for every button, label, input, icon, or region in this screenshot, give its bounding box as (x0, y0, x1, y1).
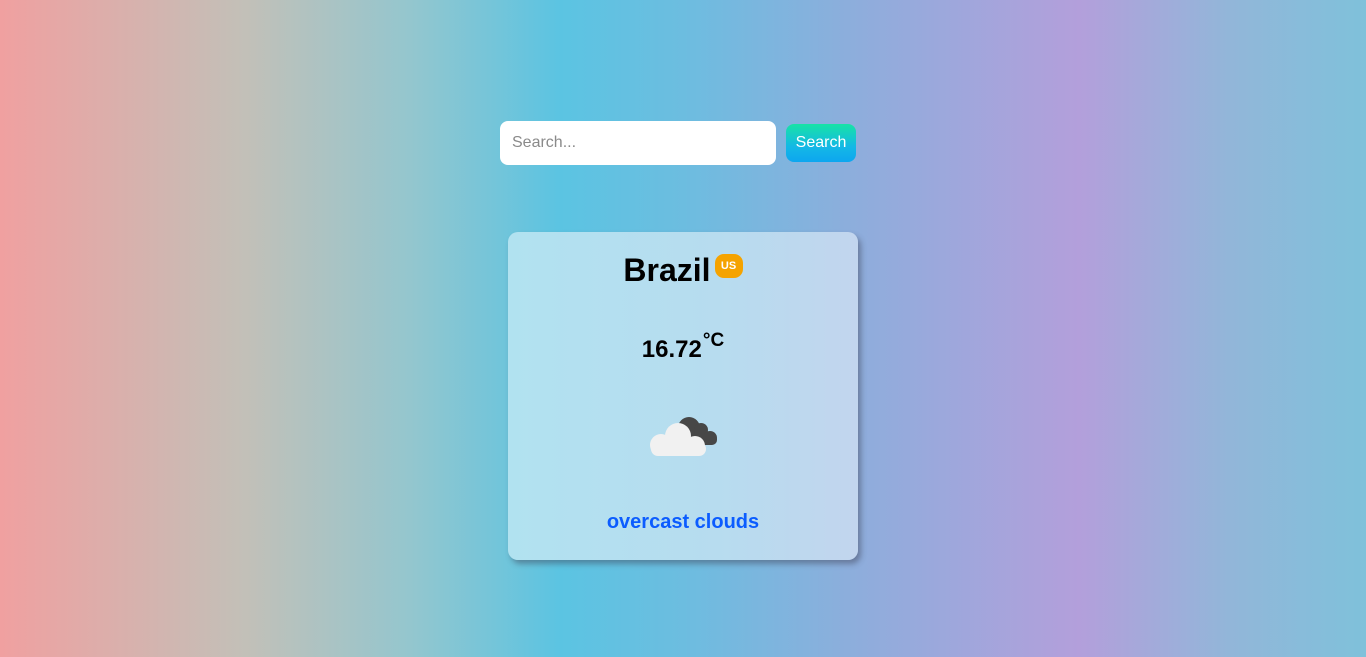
city-name: Brazil (623, 252, 711, 288)
search-input[interactable] (500, 121, 776, 165)
city-row: Brazil US (508, 252, 858, 289)
weather-card: Brazil US 16.72°C overcast clouds (508, 232, 858, 560)
country-badge: US (714, 254, 743, 278)
weather-description: overcast clouds (606, 511, 760, 533)
overcast-clouds-icon (646, 408, 722, 460)
search-bar: Search (500, 121, 856, 165)
search-button[interactable]: Search (786, 124, 856, 162)
temperature-unit: °C (702, 330, 725, 351)
temperature: 16.72°C (508, 330, 858, 364)
temperature-value: 16.72 (641, 336, 702, 363)
